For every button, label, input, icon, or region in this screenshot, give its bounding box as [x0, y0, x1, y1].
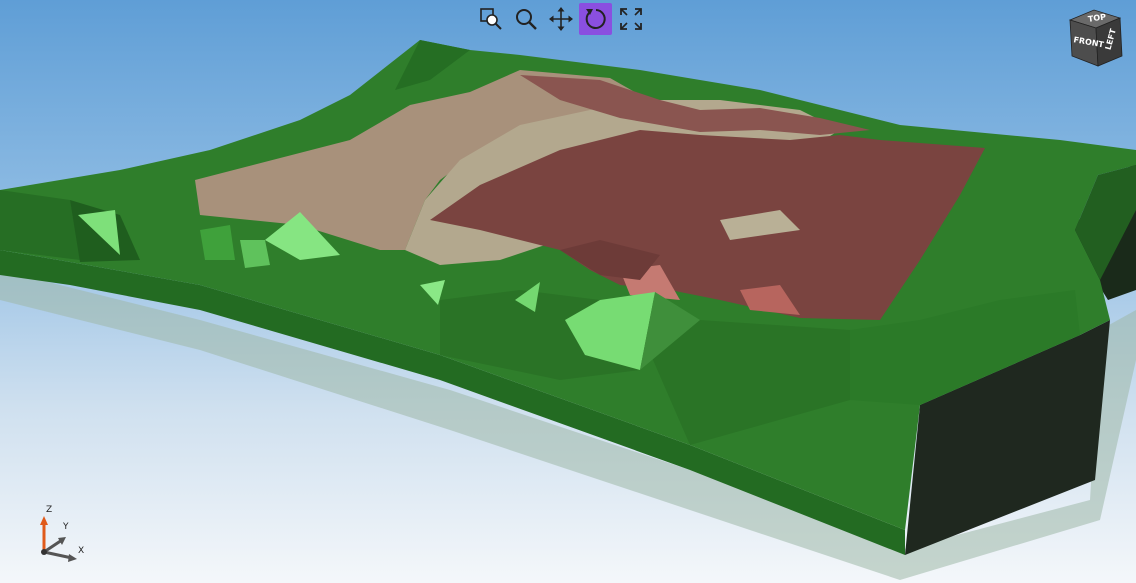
rotate-icon — [585, 9, 606, 29]
3d-viewport[interactable]: TOP FRONT LEFT Z Y X — [0, 0, 1136, 583]
terrain-scene[interactable] — [0, 0, 1136, 583]
zoom-button[interactable] — [509, 3, 542, 35]
view-toolbar — [474, 2, 647, 36]
terrain-peak — [240, 240, 270, 268]
axis-x-label: X — [78, 546, 85, 556]
rotate-button[interactable] — [579, 3, 612, 35]
zoom-window-button[interactable] — [474, 3, 507, 35]
pan-button[interactable] — [544, 3, 577, 35]
axis-triad: Z Y X — [28, 500, 98, 570]
zoom-window-icon — [479, 8, 502, 30]
move-arrows-icon — [548, 7, 573, 31]
magnifier-icon — [515, 9, 537, 30]
axis-triad-graphic — [40, 516, 77, 562]
fit-all-button[interactable] — [614, 3, 647, 35]
axis-z-label: Z — [46, 505, 53, 515]
fit-all-icon — [619, 8, 642, 30]
terrain-peak — [200, 225, 235, 260]
terrain-facet — [0, 190, 80, 260]
view-cube[interactable]: TOP FRONT LEFT — [1064, 6, 1130, 72]
axis-y-label: Y — [63, 522, 69, 532]
